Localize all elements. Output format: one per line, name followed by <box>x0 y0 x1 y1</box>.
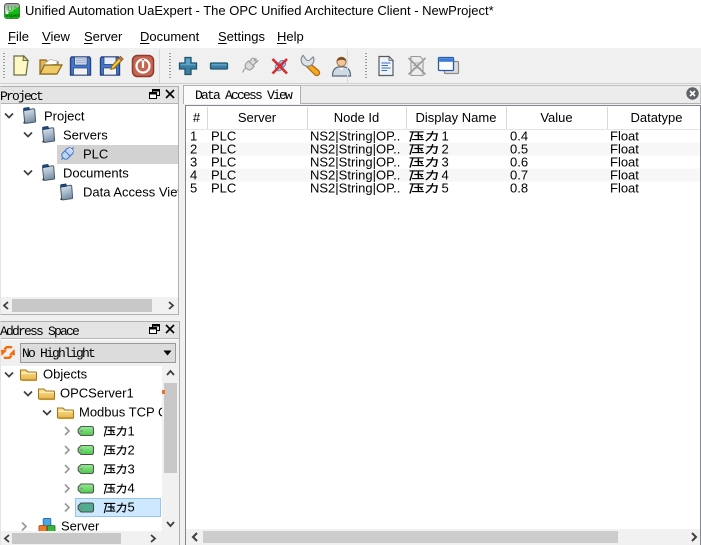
svg-text:Server: Server <box>61 519 100 532</box>
svg-text:2: 2 <box>128 443 135 458</box>
svg-text:Float: Float <box>610 181 639 196</box>
svg-text:Datatype: Datatype <box>630 110 682 125</box>
svg-text:UA: UA <box>7 4 18 13</box>
svg-text:Project: Project <box>44 109 85 124</box>
svg-text:NS2|String|OP..: NS2|String|OP.. <box>310 181 400 196</box>
svg-text:Display Name: Display Name <box>416 110 497 125</box>
svg-text:5: 5 <box>190 181 197 196</box>
svg-text:5: 5 <box>128 500 135 515</box>
svg-text:expert: expert <box>6 13 20 18</box>
svg-text:0.8: 0.8 <box>510 181 528 196</box>
svg-text:1: 1 <box>128 424 135 439</box>
svg-text:#: # <box>193 110 201 125</box>
svg-text:5: 5 <box>442 181 449 196</box>
svg-text:PLC: PLC <box>83 147 108 162</box>
svg-text:PLC: PLC <box>211 181 236 196</box>
svg-text:Servers: Servers <box>63 128 108 143</box>
svg-text:Data Access View: Data Access View <box>83 185 178 200</box>
svg-text:Value: Value <box>540 110 572 125</box>
svg-text:3: 3 <box>128 462 135 477</box>
svg-text:OPCServer1: OPCServer1 <box>60 386 134 401</box>
svg-text:Objects: Objects <box>43 367 88 382</box>
svg-text:Documents: Documents <box>63 166 129 181</box>
svg-text:4: 4 <box>128 481 135 496</box>
svg-text:Server: Server <box>238 110 277 125</box>
svg-text:Modbus TCP C: Modbus TCP C <box>79 405 162 420</box>
svg-text:Node Id: Node Id <box>334 110 380 125</box>
